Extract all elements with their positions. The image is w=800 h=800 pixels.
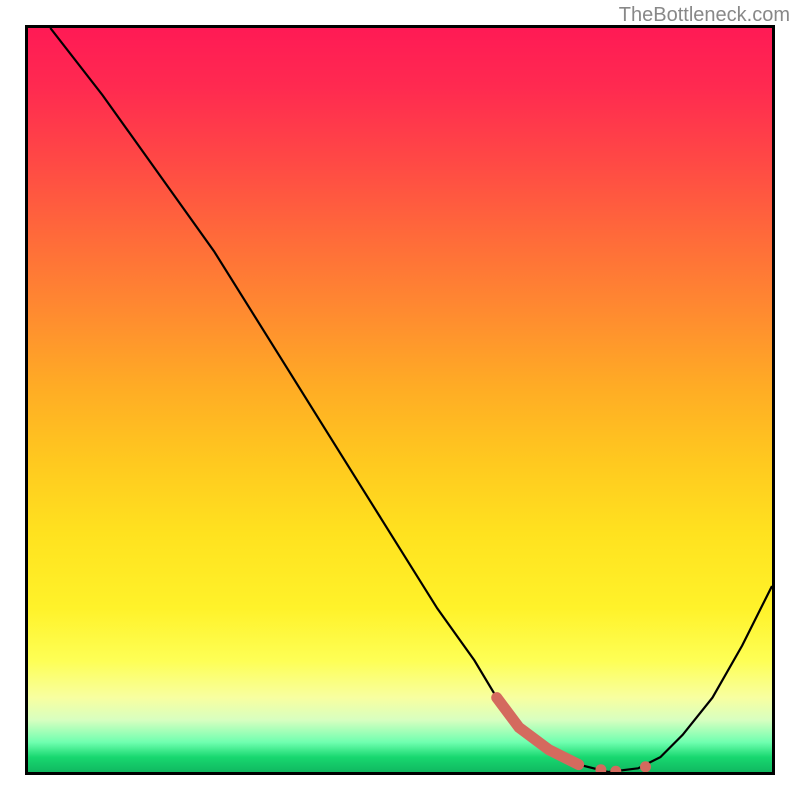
chart-svg xyxy=(28,28,772,772)
highlight-dot xyxy=(640,761,651,772)
highlight-segment xyxy=(497,698,579,765)
highlight-dot xyxy=(610,766,621,772)
chart-frame xyxy=(25,25,775,775)
bottleneck-curve xyxy=(50,28,772,772)
highlight-dot xyxy=(595,764,606,772)
watermark-label: TheBottleneck.com xyxy=(619,4,790,27)
